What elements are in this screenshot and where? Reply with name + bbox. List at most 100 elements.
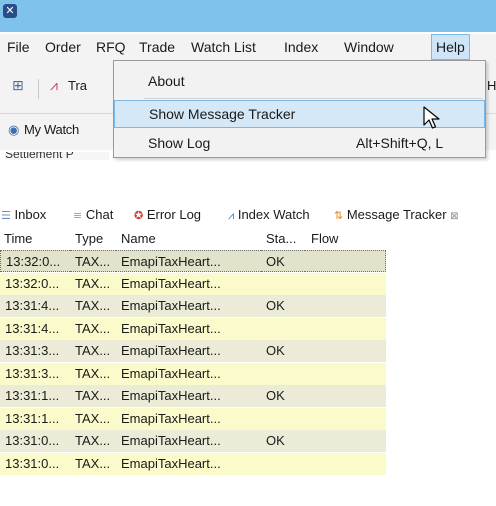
cell-name: EmapiTaxHeart...: [121, 298, 221, 313]
cell-name: EmapiTaxHeart...: [121, 343, 221, 358]
tab-error-log[interactable]: ✪ Error Log: [134, 207, 201, 222]
menu-about-label: About: [148, 73, 185, 89]
cell-status: [261, 273, 305, 295]
cell-type: TAX...: [70, 250, 116, 272]
tab-inbox[interactable]: ☰ Inbox: [1, 207, 46, 222]
cell-flow: [305, 385, 386, 407]
cell-flow: [305, 295, 386, 317]
menu-rfq[interactable]: RFQ: [92, 34, 130, 60]
cell-time: 13:32:0...: [0, 250, 70, 272]
column-header-type[interactable]: Type: [75, 231, 103, 246]
tab-message-tracker-label: Message Tracker: [346, 207, 447, 222]
menu-order[interactable]: Order: [41, 34, 85, 60]
title-bar: ✕: [0, 0, 496, 32]
menu-show-message-tracker-label: Show Message Tracker: [149, 106, 296, 122]
table-row[interactable]: 13:31:4... TAX... EmapiTaxHeart... OK: [0, 295, 386, 317]
menu-show-log-shortcut: Alt+Shift+Q, L: [356, 135, 444, 151]
close-icon[interactable]: ⊠: [450, 211, 458, 222]
cell-status: OK: [261, 250, 305, 272]
cell-status: [261, 453, 305, 475]
column-header-name[interactable]: Name: [121, 231, 156, 246]
tab-index-watch-label: Index Watch: [237, 207, 310, 222]
column-header-flow[interactable]: Flow: [311, 231, 338, 246]
menu-help[interactable]: Help: [431, 34, 470, 60]
cell-name: EmapiTaxHeart...: [121, 320, 221, 336]
cell-name: EmapiTaxHeart...: [121, 388, 221, 403]
cell-name: EmapiTaxHeart...: [121, 410, 221, 426]
view-tabs: ☰ Inbox ≡ Chat ✪ Error Log ⩘ Index Watch…: [0, 202, 496, 228]
cell-type: TAX...: [75, 320, 111, 336]
message-tracker-table: Time Type Name Sta... Flow 13:32:0... TAX…: [0, 228, 496, 506]
chart-icon[interactable]: ⩘: [50, 78, 58, 94]
toolbar-trade-label[interactable]: Tra: [68, 78, 87, 93]
menu-show-log-label: Show Log: [148, 135, 211, 151]
cell-type: TAX...: [75, 298, 111, 313]
cell-time: 13:32:0...: [5, 275, 60, 291]
index-watch-icon: ⩘: [228, 209, 235, 222]
menu-window[interactable]: Window: [340, 34, 398, 60]
cell-name: EmapiTaxHeart...: [121, 275, 221, 291]
cell-type: TAX...: [75, 365, 111, 381]
app-logo-icon: ✕: [3, 4, 17, 18]
cell-status: OK: [266, 433, 285, 448]
menu-file[interactable]: File: [3, 34, 34, 60]
cell-flow: [305, 363, 386, 385]
cell-flow: [305, 430, 386, 452]
table-header: Time Type Name Sta... Flow: [0, 228, 496, 250]
menu-trade[interactable]: Trade: [135, 34, 179, 60]
table-row[interactable]: 13:31:1... TAX... EmapiTaxHeart...: [0, 407, 386, 430]
toolbar-overflow-label[interactable]: H: [487, 78, 496, 93]
cell-type: TAX...: [75, 455, 111, 471]
column-header-status[interactable]: Sta...: [266, 231, 296, 246]
tab-chat[interactable]: ≡ Chat: [73, 207, 113, 222]
new-window-icon[interactable]: ⊞: [12, 78, 24, 94]
cell-type: TAX...: [75, 343, 111, 358]
tab-message-tracker[interactable]: ⇅ Message Tracker ⊠: [334, 207, 459, 222]
menu-bar: File Order RFQ Trade Watch List Index Wi…: [0, 34, 496, 60]
cell-type: TAX...: [75, 410, 111, 426]
cell-time: 13:31:1...: [5, 388, 60, 403]
menu-index[interactable]: Index: [280, 34, 322, 60]
table-row[interactable]: 13:32:0... TAX... EmapiTaxHeart...: [0, 272, 386, 295]
tab-inbox-label: Inbox: [14, 207, 47, 222]
cell-time: 13:31:3...: [5, 365, 60, 381]
menu-show-log[interactable]: Show Log Alt+Shift+Q, L: [114, 129, 485, 157]
cell-time: 13:31:0...: [5, 433, 60, 448]
cell-name: EmapiTaxHeart...: [116, 250, 261, 272]
menu-watch-list[interactable]: Watch List: [187, 34, 260, 60]
cell-time: 13:31:4...: [5, 298, 60, 313]
settlement-label: Settlement P: [5, 152, 74, 160]
table-row[interactable]: 13:31:3... TAX... EmapiTaxHeart... OK: [0, 340, 386, 362]
mouse-pointer-icon: [423, 106, 440, 129]
toolbar-separator: [38, 79, 39, 99]
table-row[interactable]: 13:31:0... TAX... EmapiTaxHeart...: [0, 452, 386, 475]
column-header-time[interactable]: Time: [4, 231, 32, 246]
cell-time: 13:31:0...: [5, 455, 60, 471]
table-row[interactable]: 13:31:0... TAX... EmapiTaxHeart... OK: [0, 430, 386, 452]
menu-about[interactable]: About: [114, 67, 485, 95]
cell-time: 13:31:4...: [5, 320, 60, 336]
cell-type: TAX...: [75, 433, 111, 448]
cell-type: TAX...: [75, 275, 111, 291]
cell-flow: [305, 273, 386, 295]
tab-chat-label: Chat: [85, 207, 114, 222]
cell-status: OK: [266, 298, 285, 313]
table-row[interactable]: 13:32:0... TAX... EmapiTaxHeart... OK: [0, 250, 386, 272]
cell-type: TAX...: [75, 388, 111, 403]
cell-status: [261, 408, 305, 430]
table-row[interactable]: 13:31:3... TAX... EmapiTaxHeart...: [0, 362, 386, 385]
message-tracker-icon: ⇅: [334, 209, 344, 222]
inbox-icon: ☰: [1, 209, 11, 222]
tab-index-watch[interactable]: ⩘ Index Watch: [228, 207, 310, 223]
cell-name: EmapiTaxHeart...: [121, 455, 221, 471]
cell-flow: [305, 340, 386, 362]
menu-separator: [144, 98, 483, 99]
cell-flow: [305, 408, 386, 430]
cell-time: 13:31:3...: [5, 343, 60, 358]
cell-status: [261, 318, 305, 340]
cell-name: EmapiTaxHeart...: [121, 433, 221, 448]
table-row[interactable]: 13:31:4... TAX... EmapiTaxHeart...: [0, 317, 386, 340]
cell-status: OK: [266, 343, 285, 358]
my-watch-tab[interactable]: My Watch: [24, 122, 79, 137]
table-row[interactable]: 13:31:1... TAX... EmapiTaxHeart... OK: [0, 385, 386, 407]
